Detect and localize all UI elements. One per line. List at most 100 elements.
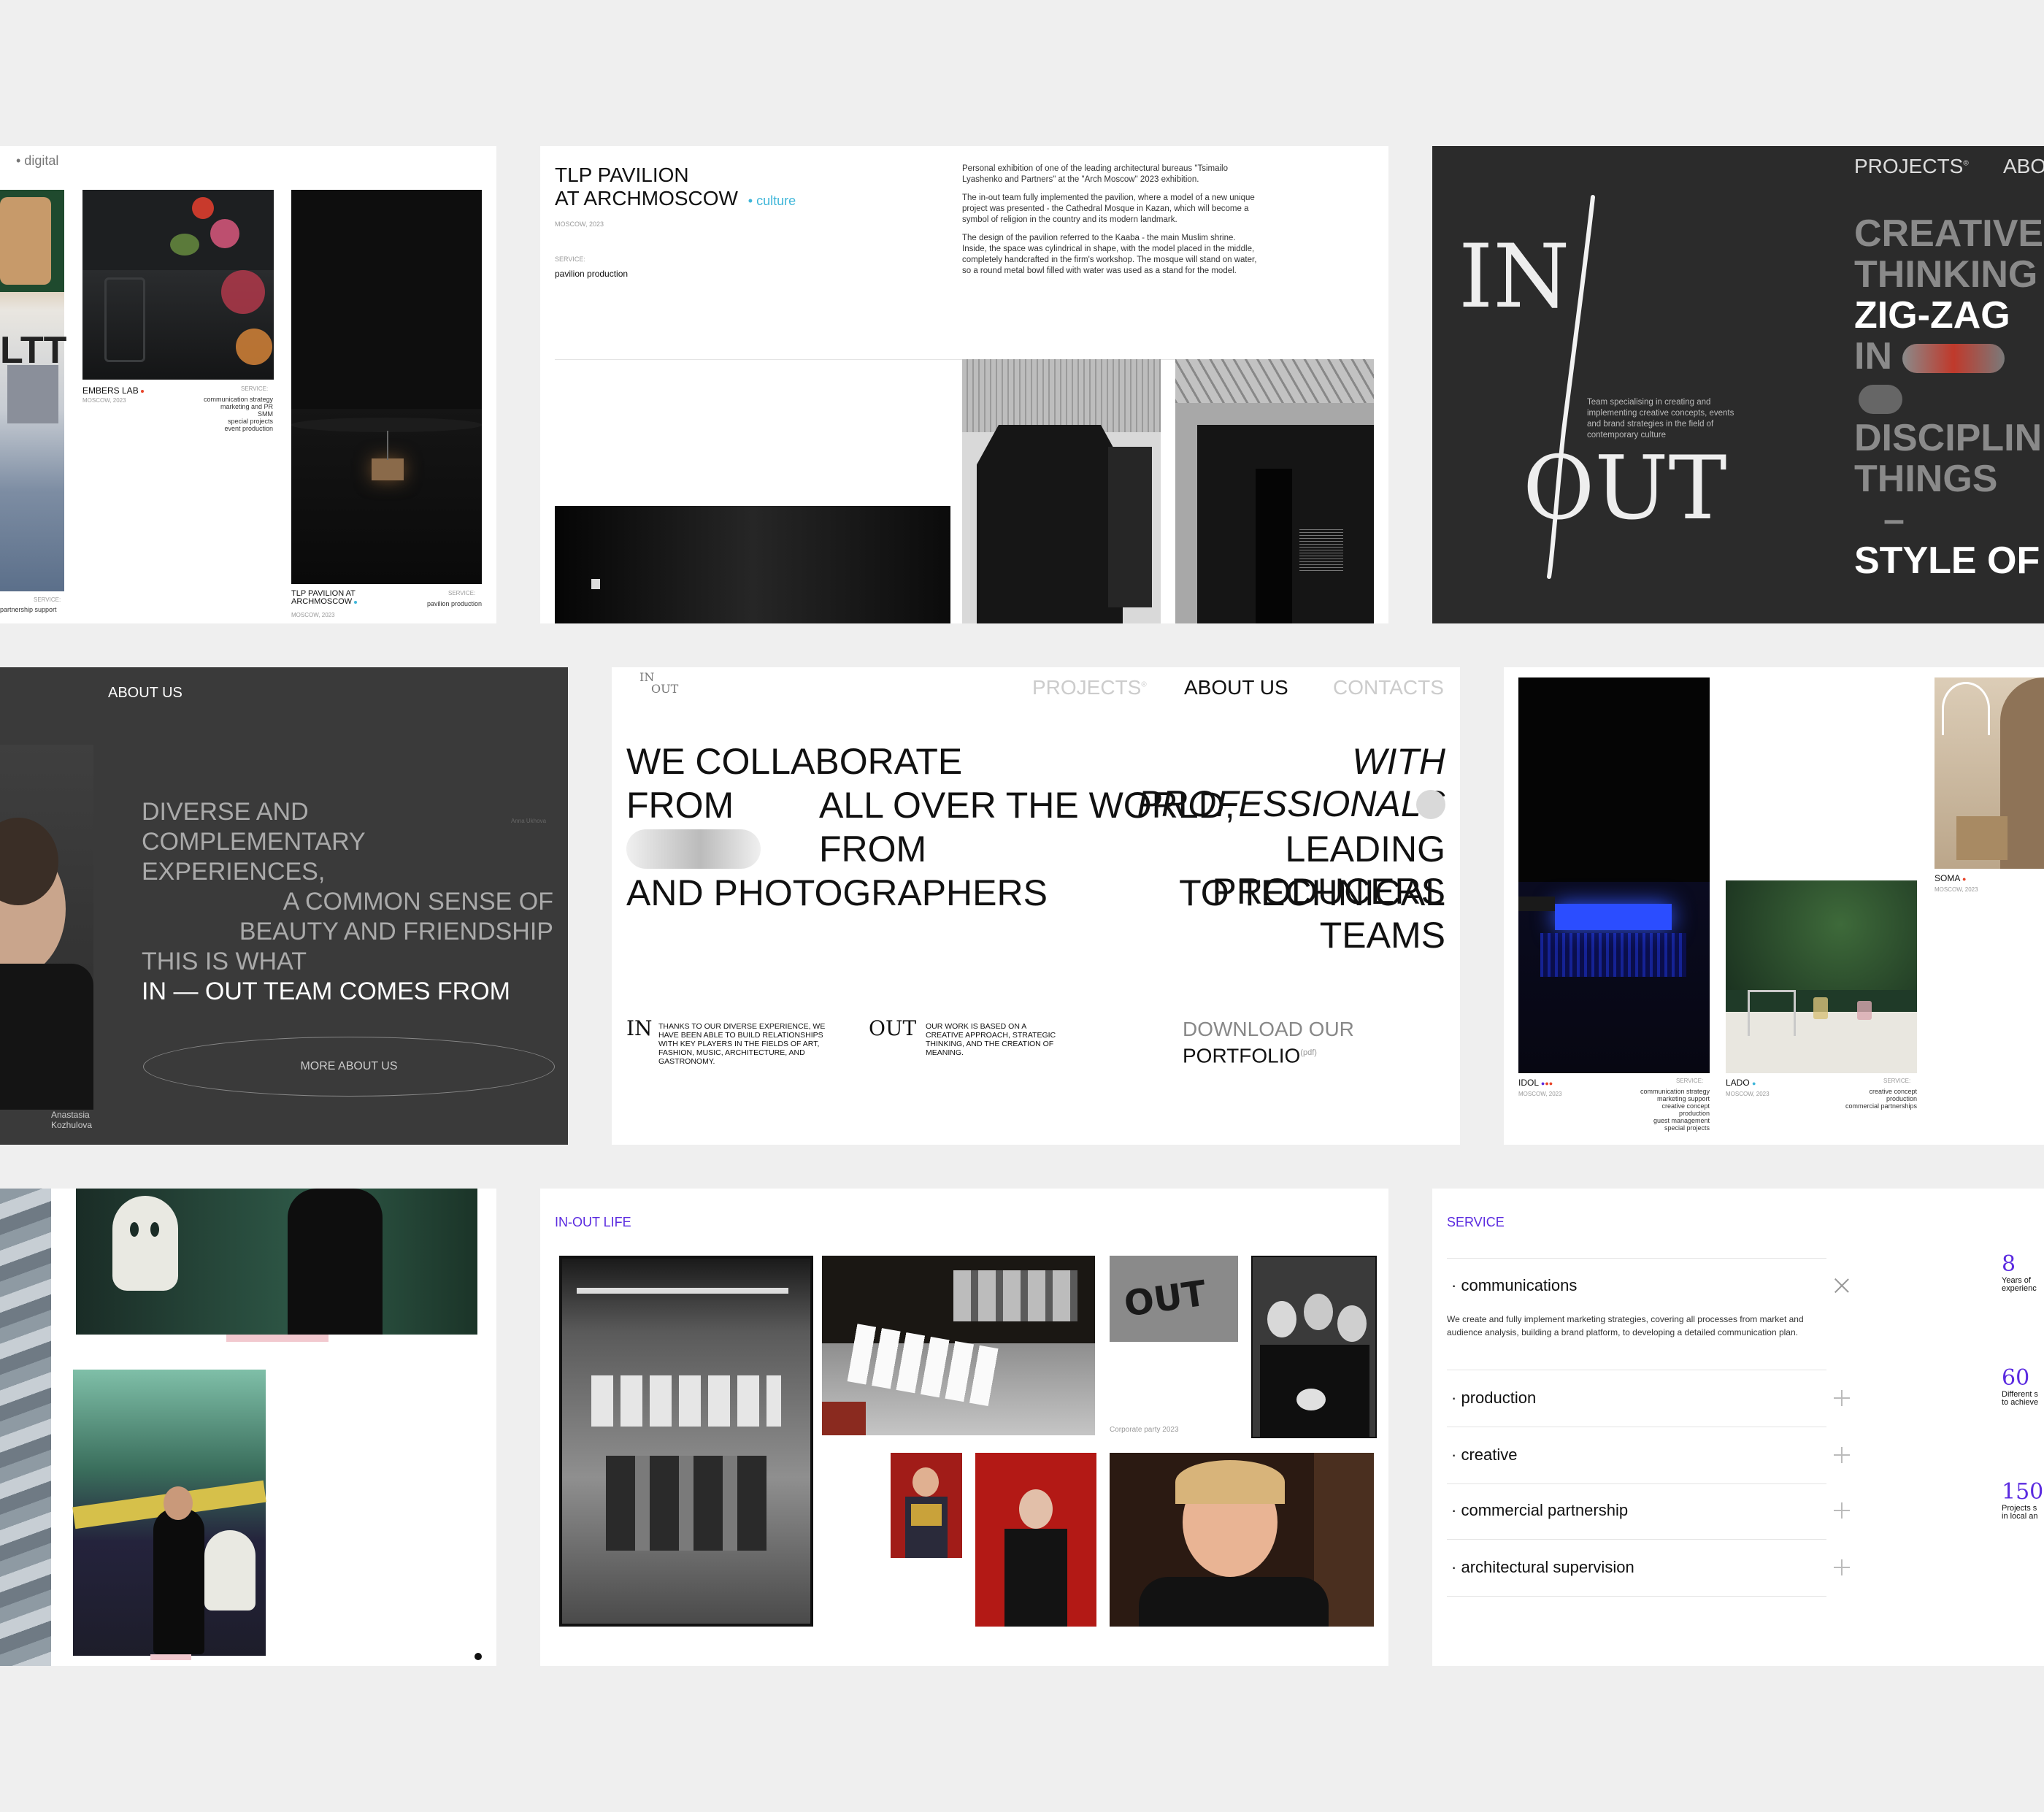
service-label: SERVICE: bbox=[34, 596, 61, 603]
pavilion-photo-entrance[interactable] bbox=[1175, 359, 1374, 623]
team-description: Team specialising in creating and implem… bbox=[1587, 398, 1734, 439]
manifesto-words: CREATIVE THINKING ZIG-ZAG IN DISCIPLIN T… bbox=[1854, 212, 2044, 582]
plus-icon[interactable] bbox=[1834, 1390, 1850, 1406]
life-photo-flags[interactable] bbox=[559, 1256, 813, 1627]
headline-row2a: FROM bbox=[626, 785, 734, 826]
service-item-architectural-supervision[interactable]: · architectural supervision bbox=[1451, 1558, 1634, 1577]
life-photo-three-women[interactable] bbox=[1251, 1256, 1377, 1438]
life-photo-red-2[interactable] bbox=[975, 1453, 1096, 1627]
card-photo-collage bbox=[0, 1189, 496, 1666]
inline-photo-pill bbox=[626, 829, 761, 869]
in-text: THANKS TO OUR DIVERSE EXPERIENCE, WE HAV… bbox=[658, 1022, 826, 1066]
project-name[interactable]: IDOL ●●● bbox=[1518, 1078, 1553, 1088]
service-label: SERVICE: bbox=[448, 590, 476, 596]
project-city: MOSCOW, 2023 bbox=[1934, 886, 1978, 893]
plus-icon[interactable] bbox=[1834, 1447, 1850, 1463]
service-item-commercial-partnership[interactable]: · commercial partnership bbox=[1451, 1501, 1628, 1520]
pavilion-photo-dark[interactable] bbox=[555, 506, 950, 623]
service-label: SERVICE: bbox=[1676, 1078, 1704, 1084]
close-icon[interactable] bbox=[1834, 1278, 1850, 1294]
service-label: SERVICE: bbox=[555, 256, 585, 263]
page-title: TLP PAVILION AT ARCHMOSCOW • culture bbox=[555, 164, 796, 210]
service-list: communication strategy marketing and PR SM… bbox=[203, 396, 273, 432]
project-city: MOSCOW, 2023 bbox=[1518, 1091, 1562, 1097]
site-logo[interactable]: IN OUT bbox=[639, 672, 678, 695]
headline-row2b: ALL OVER THE WORLD, bbox=[819, 785, 1235, 826]
service-text: pavilion production bbox=[555, 269, 629, 279]
description: Personal exhibition of one of the leadin… bbox=[962, 164, 1257, 275]
card-collaborate: IN OUT PROJECTS® ABOUT US CONTACTS WE COL… bbox=[612, 667, 1460, 1145]
service-label: SERVICE: bbox=[241, 385, 269, 392]
card-in-out-intro: PROJECTS® ABO IN OUT Team specialising i… bbox=[1432, 146, 2044, 623]
project-city: MOSCOW, 2023 bbox=[291, 612, 335, 618]
person-name: Anastasia Kozhulova bbox=[51, 1110, 93, 1130]
nav-about[interactable]: ABO bbox=[2003, 155, 2044, 178]
pagination-dot[interactable] bbox=[474, 1653, 482, 1660]
service-label: SERVICE: bbox=[1883, 1078, 1911, 1084]
logo-slash-stroke bbox=[1547, 195, 1595, 579]
project-name[interactable]: SOMA ● bbox=[1934, 873, 1966, 883]
life-photo-polaroids[interactable] bbox=[822, 1256, 1095, 1435]
download-portfolio-link[interactable]: DOWNLOAD OUR PORTFOLIO(pdf) bbox=[1183, 1018, 1354, 1067]
service-item-creative[interactable]: · creative bbox=[1451, 1446, 1518, 1464]
project-city: MOSCOW, 2023 bbox=[1726, 1091, 1770, 1097]
project-photo-embers-lab[interactable] bbox=[82, 190, 274, 380]
nav-projects[interactable]: PROJECTS® bbox=[1854, 155, 1969, 178]
project-name[interactable]: TLP PAVILION AT ARCHMOSCOW bbox=[291, 590, 379, 606]
card-tlp-pavilion-detail: TLP PAVILION AT ARCHMOSCOW • culture MOS… bbox=[540, 146, 1388, 623]
card-service: SERVICE · communications We create and f… bbox=[1432, 1189, 2044, 1666]
headline-row1a: WE COLLABORATE bbox=[626, 741, 963, 782]
more-about-us-button[interactable]: MORE ABOUT US bbox=[143, 1037, 555, 1097]
stat-specialists: 60 Different s to achieve bbox=[2002, 1365, 2039, 1407]
project-city: MOSCOW, 2023 bbox=[82, 397, 126, 404]
plus-icon[interactable] bbox=[1834, 1559, 1850, 1575]
team-member-photo bbox=[0, 745, 93, 1110]
section-header: SERVICE bbox=[1447, 1215, 1505, 1229]
collage-photo-chairs bbox=[0, 1189, 51, 1666]
inline-photo bbox=[1902, 344, 2005, 374]
project-photo-lado[interactable] bbox=[1726, 880, 1917, 1073]
collage-photo-ghost-mural bbox=[76, 1189, 477, 1335]
nav-projects[interactable]: PROJECTS® bbox=[1032, 676, 1147, 699]
section-header: IN-OUT LIFE bbox=[555, 1215, 631, 1229]
headline-row3a: FROM bbox=[819, 829, 927, 869]
collage-photo-woman-mural bbox=[72, 1370, 266, 1656]
project-photo-idol[interactable] bbox=[1518, 677, 1710, 1073]
decor-circle bbox=[1416, 790, 1445, 819]
life-photo-out-sign[interactable]: OUT bbox=[1110, 1256, 1238, 1342]
about-headline: DIVERSE AND COMPLEMENTARY EXPERIENCES, A… bbox=[142, 798, 553, 1005]
life-photo-red-1[interactable] bbox=[891, 1453, 962, 1558]
card-digital-projects: • digital LTT SERVICE: partnership suppo… bbox=[0, 146, 496, 623]
service-text: pavilion production bbox=[426, 600, 482, 607]
project-photo-soma[interactable] bbox=[1934, 677, 2044, 869]
project-name[interactable]: LADO ● bbox=[1726, 1078, 1756, 1088]
service-item-communications[interactable]: · communications bbox=[1451, 1276, 1577, 1295]
out-label: OUT bbox=[869, 1016, 917, 1040]
service-item-production[interactable]: · production bbox=[1451, 1389, 1536, 1408]
headline-row4b: TO TECHNICAL TEAMS bbox=[1179, 872, 1445, 956]
section-header: ABOUT US bbox=[108, 685, 182, 701]
project-photo-fashion[interactable]: LTT bbox=[0, 190, 66, 591]
stat-years: 8 Years of experienc bbox=[2002, 1251, 2037, 1293]
card-projects-grid: IDOL ●●● MOSCOW, 2023 SERVICE: communica… bbox=[1504, 667, 2044, 1145]
service-list: creative concept production commercial par… bbox=[1845, 1088, 1917, 1110]
plus-icon[interactable] bbox=[1834, 1502, 1850, 1519]
card-about-us: ABOUT US Anna Ukhova DIVERSE AND COMPLEM… bbox=[0, 667, 568, 1145]
project-city: MOSCOW, 2023 bbox=[555, 220, 604, 228]
nav-contacts[interactable]: CONTACTS bbox=[1333, 676, 1444, 699]
out-text: OUR WORK IS BASED ON A CREATIVE APPROACH… bbox=[926, 1022, 1056, 1057]
pavilion-photo-interior[interactable] bbox=[962, 359, 1161, 623]
service-text: partnership support bbox=[0, 606, 57, 613]
project-name[interactable]: EMBERS LAB bbox=[82, 385, 145, 396]
category-tag[interactable]: • culture bbox=[748, 193, 796, 208]
headline-row4a: AND PHOTOGRAPHERS bbox=[626, 872, 1048, 913]
nav-about-us[interactable]: ABOUT US bbox=[1184, 676, 1288, 699]
life-photo-smiling-woman[interactable] bbox=[1110, 1453, 1374, 1627]
service-list: communication strategy marketing support c… bbox=[1640, 1088, 1710, 1132]
stat-projects: 150 Projects s in local an bbox=[2002, 1479, 2044, 1521]
in-label: IN bbox=[626, 1016, 653, 1040]
service-description: We create and fully implement marketing … bbox=[1447, 1314, 1804, 1337]
photo-caption: Corporate party 2023 bbox=[1110, 1426, 1179, 1434]
project-photo-tlp-pavilion[interactable] bbox=[291, 190, 482, 584]
category-tag[interactable]: • digital bbox=[16, 153, 58, 169]
